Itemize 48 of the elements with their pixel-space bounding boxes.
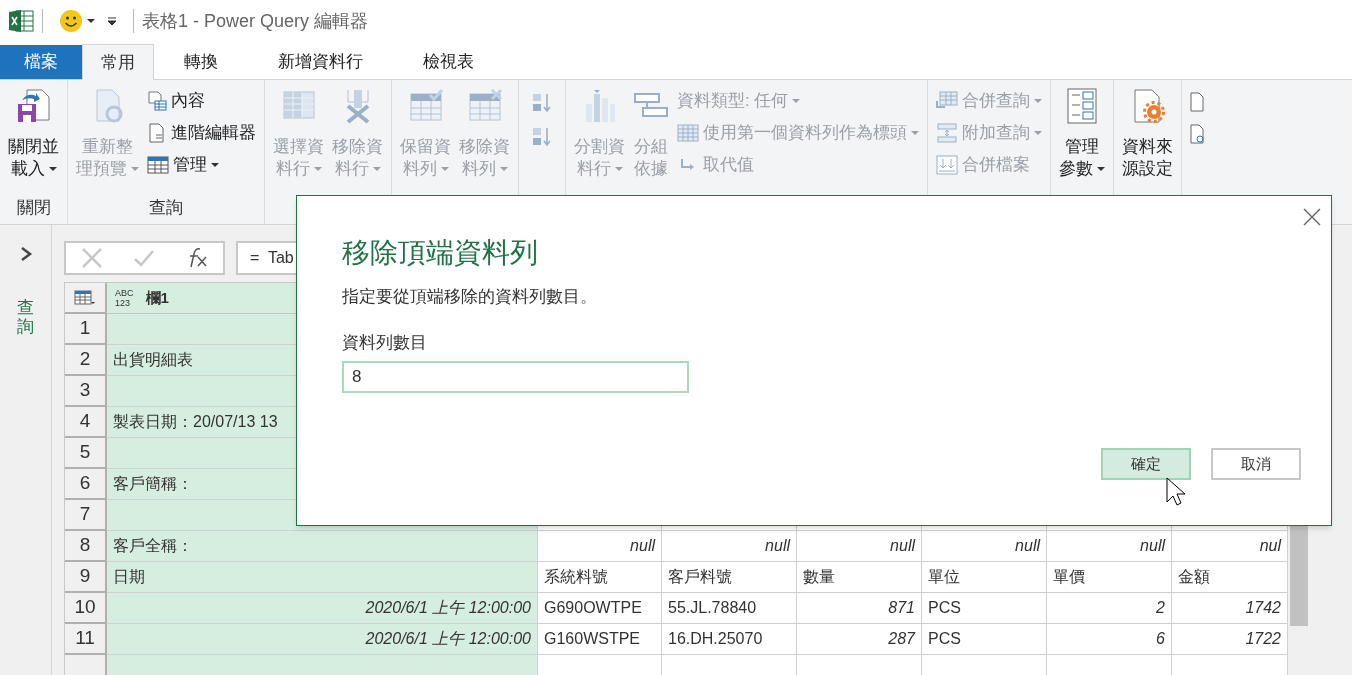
- row-number: 6: [65, 469, 107, 500]
- table-cell: 數量: [797, 562, 922, 593]
- table-cell: 客戶全稱：: [107, 531, 538, 562]
- table-cell: 日期: [107, 562, 538, 593]
- table-cell: 2020/6/1 上午 12:00:00: [107, 624, 538, 655]
- table-cell: 2020/6/1 上午 12:00:00: [107, 593, 538, 624]
- row-number: 5: [65, 438, 107, 469]
- table-cell: 2: [1047, 593, 1172, 624]
- table-cell: G160WSTPE: [538, 624, 662, 655]
- table-cell: null: [662, 531, 797, 562]
- dialog-title: 移除頂端資料列: [342, 236, 539, 270]
- table-cell: nul: [1172, 531, 1288, 562]
- row-number: 7: [65, 500, 107, 531]
- row-number: 4: [65, 407, 107, 438]
- row-number: 3: [65, 376, 107, 407]
- table-cell: 287: [797, 624, 922, 655]
- table-cell: G690OWTPE: [538, 593, 662, 624]
- table-cell: 1722: [1172, 624, 1288, 655]
- table-cell: null: [797, 531, 922, 562]
- table-cell: null: [1047, 531, 1172, 562]
- table-cell: null: [538, 531, 662, 562]
- dialog-description: 指定要從頂端移除的資料列數目。: [342, 286, 598, 308]
- pane-label: 查詢: [17, 299, 34, 337]
- row-number: 11: [65, 624, 107, 655]
- table-cell: 系統料號: [538, 562, 662, 593]
- row-number: 9: [65, 562, 107, 593]
- window-title: 表格1 - Power Query 編輯器: [142, 9, 369, 33]
- table-cell: PCS: [922, 624, 1047, 655]
- table-cell: 1742: [1172, 593, 1288, 624]
- table-cell: 單價: [1047, 562, 1172, 593]
- group-label: 關閉: [15, 196, 52, 219]
- table-cell: 871: [797, 593, 922, 624]
- table-cell: 單位: [922, 562, 1047, 593]
- row-number: 8: [65, 531, 107, 562]
- column-title: 欄1: [145, 287, 169, 308]
- table-cell: null: [922, 531, 1047, 562]
- type-label: ABC: [115, 288, 134, 298]
- table-cell: PCS: [922, 593, 1047, 624]
- table-cell: 6: [1047, 624, 1172, 655]
- table-cell: 55.JL.78840: [662, 593, 797, 624]
- table-cell: 客戶料號: [662, 562, 797, 593]
- table-cell: 金額: [1172, 562, 1288, 593]
- row-number: 2: [65, 345, 107, 376]
- group-label: 查詢: [148, 196, 184, 219]
- row-number: 1: [65, 314, 107, 345]
- row-number: 10: [65, 593, 107, 624]
- type-label: 123: [115, 298, 132, 308]
- table-cell: 16.DH.25070: [662, 624, 797, 655]
